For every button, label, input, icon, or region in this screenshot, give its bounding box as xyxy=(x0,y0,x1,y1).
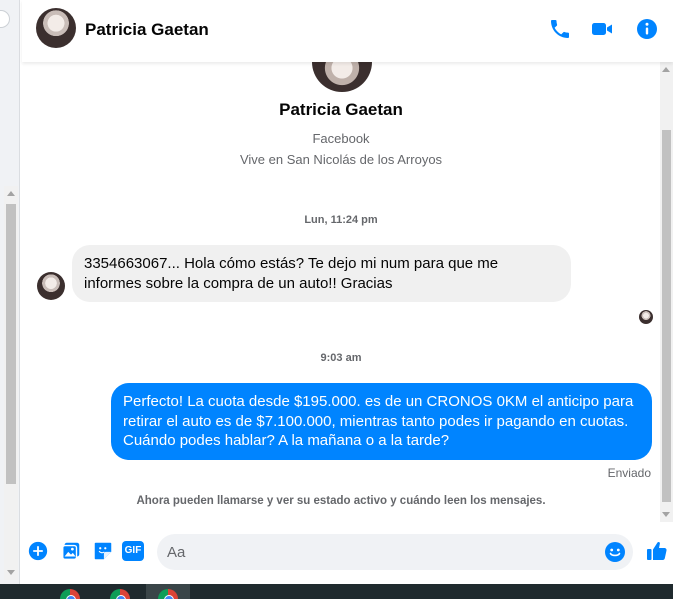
connection-notice: Ahora pueden llamarse y ver su estado ac… xyxy=(136,495,546,507)
message-input-wrapper xyxy=(157,534,633,570)
message-composer: GIF xyxy=(22,528,673,576)
scroll-down-icon[interactable] xyxy=(662,512,670,517)
taskbar xyxy=(0,584,673,599)
chat-scrollbar[interactable] xyxy=(660,62,673,522)
profile-source: Facebook xyxy=(312,131,370,146)
taskbar-chrome-button-active[interactable] xyxy=(146,584,190,599)
scrollbar-thumb[interactable] xyxy=(6,204,16,484)
scroll-down-icon[interactable] xyxy=(7,570,15,575)
profile-name: Patricia Gaetan xyxy=(279,100,403,119)
background-scrollbar[interactable] xyxy=(4,186,18,580)
video-camera-icon[interactable] xyxy=(590,17,614,41)
chat-header: Patricia Gaetan xyxy=(22,0,673,62)
background-page xyxy=(0,0,20,584)
chrome-icon xyxy=(60,589,80,599)
sent-status: Enviado xyxy=(607,466,651,480)
sender-avatar[interactable] xyxy=(37,272,65,300)
contact-avatar[interactable] xyxy=(36,8,76,48)
message-timestamp: Lun, 11:24 pm xyxy=(304,214,378,226)
add-icon[interactable] xyxy=(27,540,49,562)
taskbar-chrome-button[interactable] xyxy=(98,584,142,599)
message-input[interactable] xyxy=(167,540,597,564)
background-chevron-icon[interactable] xyxy=(0,10,10,28)
info-icon[interactable] xyxy=(635,17,659,41)
gif-icon[interactable]: GIF xyxy=(122,541,144,561)
incoming-message-bubble[interactable]: 3354663067... Hola cómo estás? Te dejo m… xyxy=(72,245,571,302)
seen-indicator-avatar xyxy=(639,310,653,324)
profile-location: Vive en San Nicolás de los Arroyos xyxy=(239,152,443,167)
scroll-up-icon[interactable] xyxy=(7,191,15,196)
message-timestamp: 9:03 am xyxy=(320,352,362,364)
outgoing-message-bubble[interactable]: Perfecto! La cuota desde $195.000. es de… xyxy=(111,383,652,460)
scrollbar-thumb[interactable] xyxy=(662,130,671,502)
chrome-icon xyxy=(158,589,178,599)
sticker-icon[interactable] xyxy=(92,540,114,562)
chrome-icon xyxy=(110,589,130,599)
messenger-screen: Patricia Gaetan Patricia Gaetan Facebook… xyxy=(0,0,673,599)
scroll-up-icon[interactable] xyxy=(662,67,670,72)
photo-icon[interactable] xyxy=(60,540,82,562)
chat-window: Patricia Gaetan Patricia Gaetan Facebook… xyxy=(22,0,673,584)
like-icon[interactable] xyxy=(645,539,669,563)
phone-icon[interactable] xyxy=(548,17,572,41)
contact-name[interactable]: Patricia Gaetan xyxy=(85,20,209,40)
taskbar-chrome-button[interactable] xyxy=(48,584,92,599)
emoji-icon[interactable] xyxy=(603,540,627,564)
